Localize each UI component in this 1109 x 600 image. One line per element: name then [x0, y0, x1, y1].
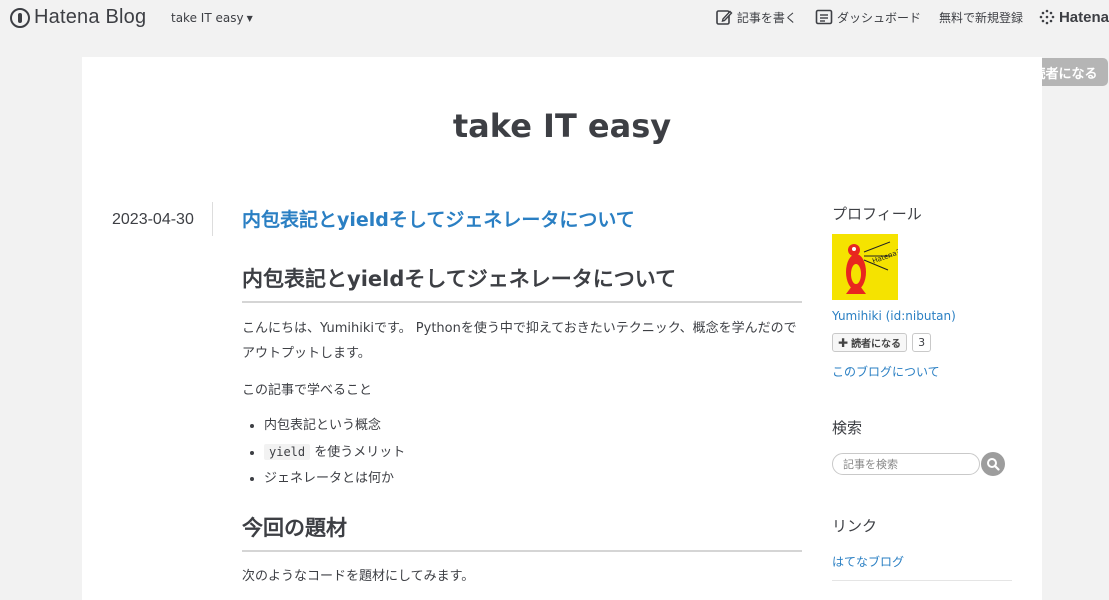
learn-label: この記事で学べること	[242, 383, 373, 398]
profile-title: プロフィール	[832, 205, 922, 223]
edit-icon	[716, 10, 733, 25]
search-module: 検索	[832, 417, 1012, 476]
subscribe-button-label: 読者になる	[851, 339, 902, 350]
dashboard-link[interactable]: ダッシュボード	[815, 8, 921, 26]
list-item: yield を使うメリット	[264, 439, 802, 466]
profile-avatar[interactable]: Hatena?	[832, 234, 898, 300]
list-item: 内包表記という概念	[264, 413, 802, 439]
brand-text: Hatena Blog	[34, 6, 147, 28]
write-entry-label: 記事を書く	[736, 10, 797, 25]
caret-down-icon: ▼	[246, 13, 253, 23]
section-heading: 今回の題材	[242, 512, 802, 552]
hatena-dots-icon	[1039, 9, 1055, 25]
entry-heading: 内包表記とyieldそしてジェネレータについて	[242, 263, 802, 303]
entry-title-link[interactable]: 内包表記とyieldそしてジェネレータについて	[242, 205, 802, 232]
intro-paragraph: こんにちは、Yumihikiです。 Pythonを使う中で抑えておきたいテクニッ…	[242, 321, 797, 361]
plus-icon: ✚	[838, 335, 849, 350]
hatena-logo-icon	[10, 7, 30, 28]
links-title: リンク	[832, 517, 878, 535]
blog-title[interactable]: take IT easy	[82, 107, 1042, 145]
sidebar: プロフィール Hatena? Yumihiki (id:nibutan) ✚ 読…	[832, 203, 1012, 581]
header-nav: 記事を書く ダッシュボード 無料で新規登録 Hatena	[697, 8, 1109, 26]
inline-code: yield	[264, 444, 311, 460]
hatena-blog-logo[interactable]: Hatena Blog	[10, 6, 146, 29]
hatena-link[interactable]: Hatena	[1039, 9, 1109, 26]
link-item-hatena-blog[interactable]: はてなブログ	[832, 553, 1012, 581]
profile-name-link[interactable]: Yumihiki (id:nibutan)	[832, 309, 1012, 323]
search-form	[832, 452, 1012, 476]
signup-link[interactable]: 無料で新規登録	[939, 9, 1023, 26]
subscriber-count[interactable]: 3	[912, 333, 932, 352]
dashboard-label: ダッシュボード	[836, 10, 921, 25]
hatena-label: Hatena	[1058, 8, 1109, 26]
search-title: 検索	[832, 419, 863, 437]
write-entry-link[interactable]: 記事を書く	[715, 8, 797, 26]
learn-list: 内包表記という概念 yield を使うメリット ジェネレータとは何か	[242, 413, 802, 492]
blog-container: take IT easy 2023-04-30 内包表記とyieldそしてジェネ…	[82, 57, 1042, 600]
subscribe-row: ✚ 読者になる 3	[832, 333, 1012, 352]
blog-switcher[interactable]: take IT easy ▼	[171, 11, 253, 25]
search-button[interactable]	[981, 452, 1005, 476]
subscribe-button[interactable]: ✚ 読者になる	[832, 333, 908, 352]
list-item: ジェネレータとは何か	[264, 466, 802, 492]
about-blog-link[interactable]: このブログについて	[832, 363, 1012, 380]
signup-label: 無料で新規登録	[938, 10, 1023, 25]
links-module: リンク はてなブログ	[832, 515, 1012, 581]
list-item-text: を使うメリット	[314, 445, 406, 460]
dashboard-icon	[815, 9, 833, 25]
hatena-chick-avatar-image: Hatena?	[832, 234, 898, 300]
blog-switcher-label: take IT easy	[171, 11, 244, 25]
search-input[interactable]	[832, 453, 980, 475]
body-paragraph: 次のようなコードを題材にしてみます。	[242, 569, 475, 584]
entry-article: 内包表記とyieldそしてジェネレータについて 内包表記とyieldそしてジェネ…	[242, 205, 802, 589]
profile-module: プロフィール Hatena? Yumihiki (id:nibutan) ✚ 読…	[832, 203, 1012, 380]
global-header: Hatena Blog take IT easy ▼ 記事を書く ダッシュボード…	[0, 0, 1109, 36]
search-icon	[987, 458, 1000, 471]
entry-date[interactable]: 2023-04-30	[112, 211, 194, 229]
date-divider	[212, 202, 213, 236]
